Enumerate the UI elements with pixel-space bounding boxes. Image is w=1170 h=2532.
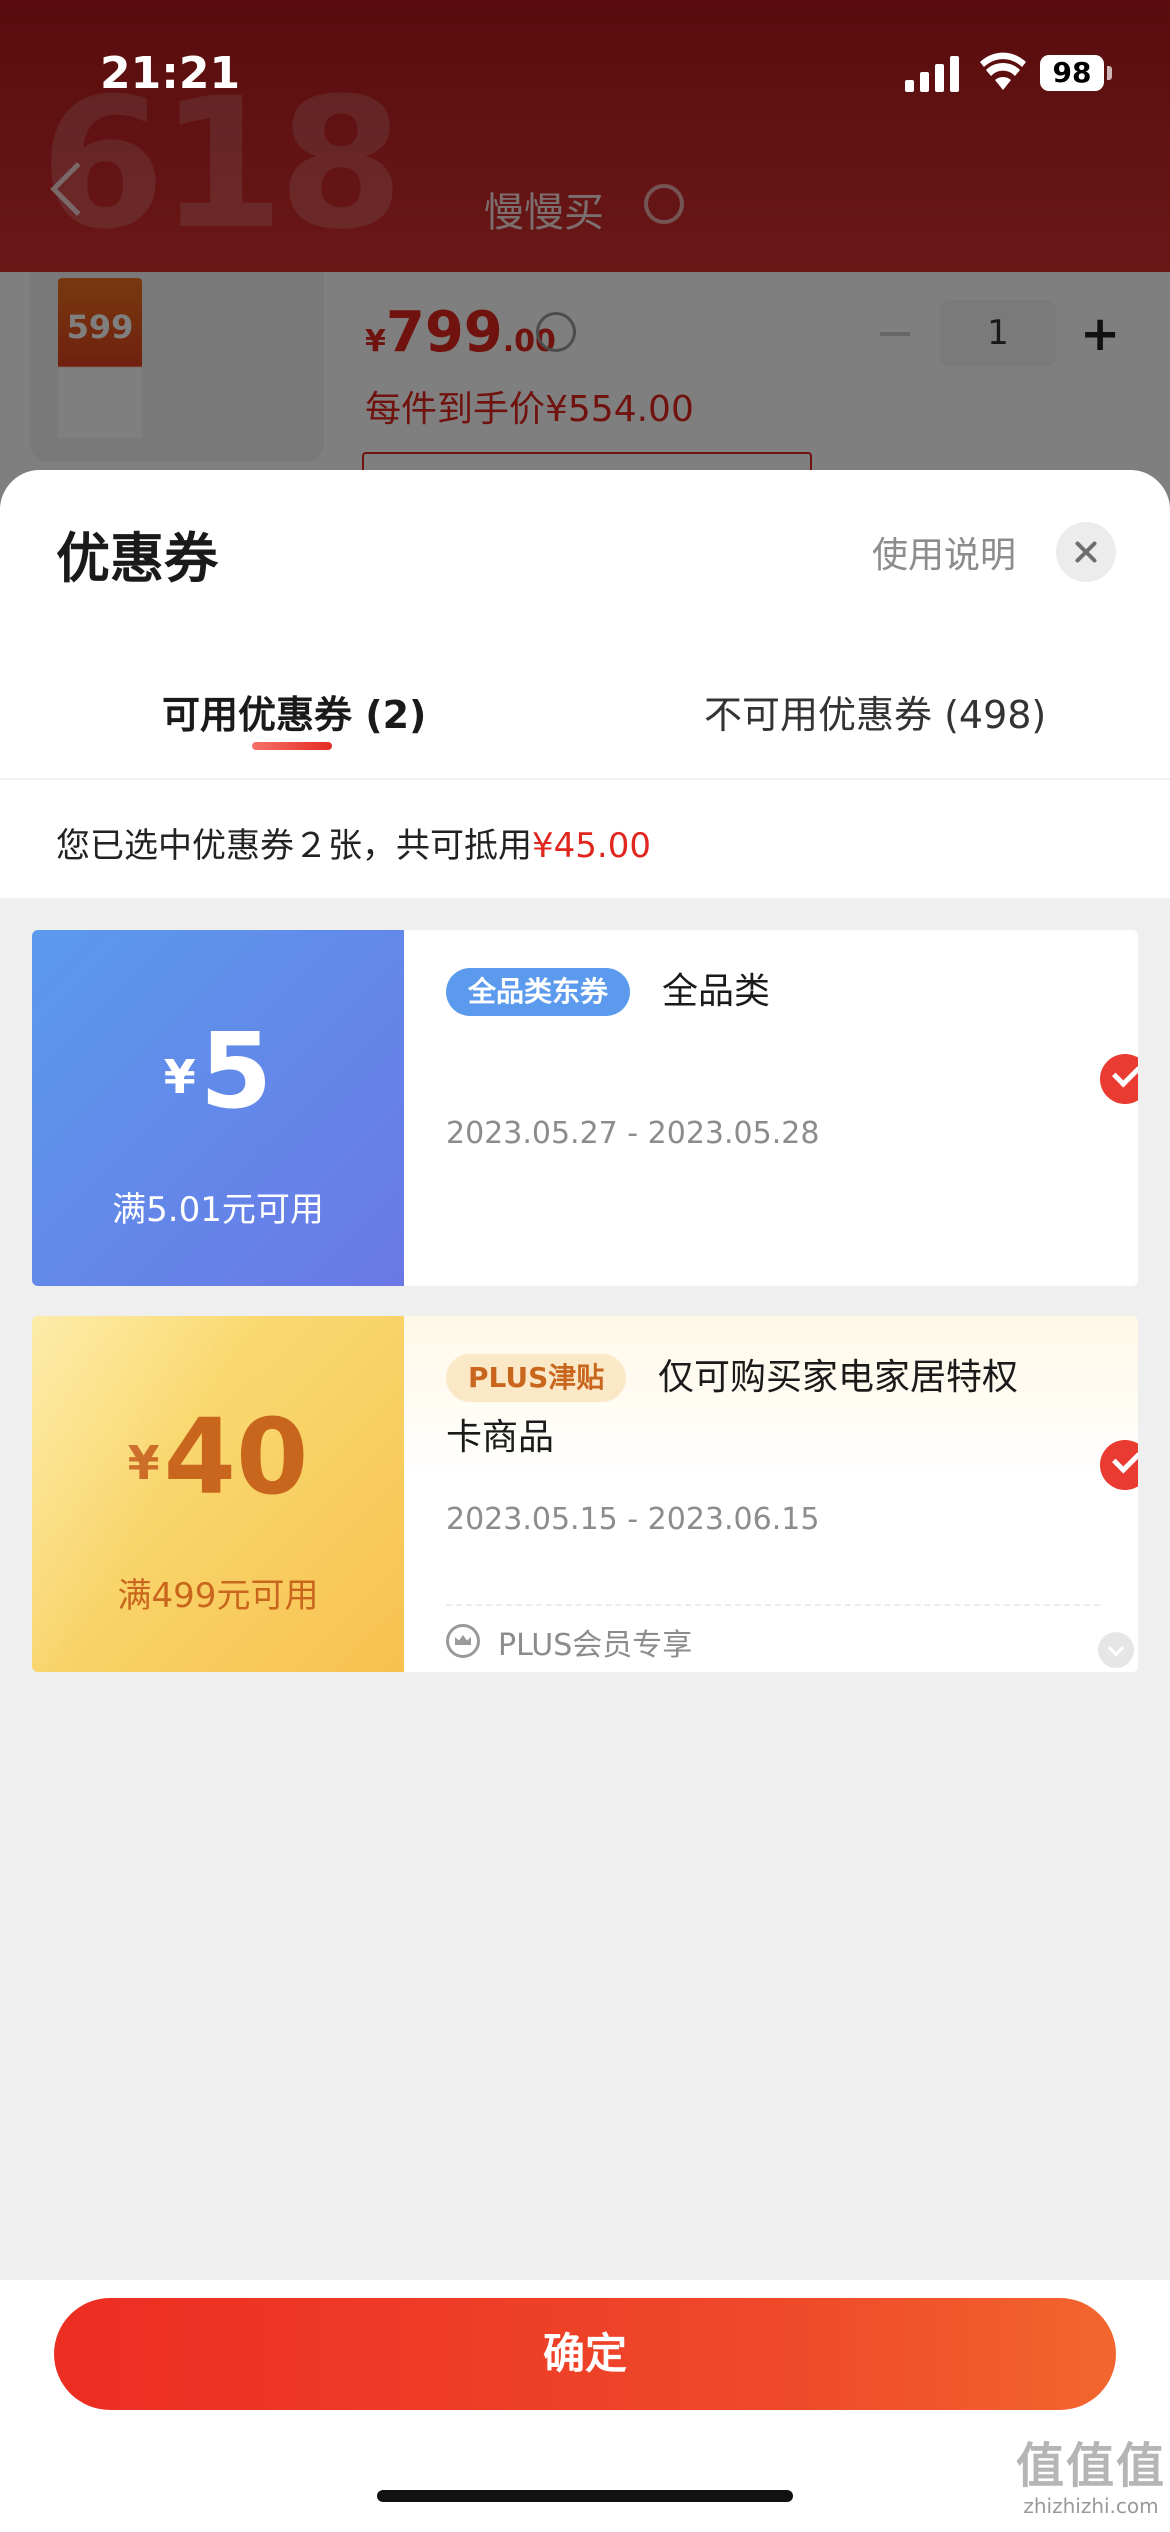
tab-unavailable-coupons[interactable]: 不可用优惠券 (498) [704,684,1046,739]
coupon-description: 仅可购买家电家居特权卡商品 [446,1357,1019,1458]
coupon-sheet: 优惠券 使用说明 可用优惠券 (2) 不可用优惠券 (498) 您已选中优惠券２… [0,470,1170,2532]
coupon-card[interactable]: ¥40 满499元可用 PLUS津贴 仅可购买家电家居特权卡商品 2023.05… [32,1316,1138,1672]
chevron-down-icon[interactable] [1098,1632,1134,1668]
battery-icon: 98 [1040,55,1104,91]
coupon-detail-panel: 全品类东券 全品类 2023.05.27 - 2023.05.28 [404,930,1138,1286]
sheet-title: 优惠券 [56,527,218,590]
site-watermark: 值值值 zhizhizhi.com [1016,2438,1167,2518]
coupon-condition: 满499元可用 [117,1576,319,1616]
coupon-condition: 满5.01元可用 [112,1190,324,1230]
coupon-detail-panel: PLUS津贴 仅可购买家电家居特权卡商品 2023.05.15 - 2023.0… [404,1316,1138,1672]
confirm-button[interactable]: 确定 [54,2298,1116,2410]
selected-check-icon[interactable] [1100,1440,1138,1490]
active-tab-indicator [252,742,332,750]
summary-text: 您已选中优惠券２张，共可抵用 [56,826,532,866]
coupon-amount: ¥40 [127,1396,309,1518]
sheet-header: 优惠券 使用说明 可用优惠券 (2) 不可用优惠券 (498) 您已选中优惠券２… [0,470,1170,898]
tab-available-coupons[interactable]: 可用优惠券 (2) [162,684,426,739]
coupon-validity: 2023.05.15 - 2023.06.15 [446,1502,820,1537]
plus-member-label: PLUS会员专享 [498,1628,693,1663]
background-page: 618 慢慢买 599 ¥799.00 1 + 每件到手价¥554.00 21:… [0,0,1170,520]
coupon-card[interactable]: ¥5 满5.01元可用 全品类东券 全品类 2023.05.27 - 2023.… [32,930,1138,1286]
status-time: 21:21 [100,48,241,99]
summary-amount: ¥45.00 [532,826,651,866]
usage-instructions-link[interactable]: 使用说明 [872,526,1016,578]
selected-check-icon[interactable] [1100,1054,1138,1104]
coupon-value-panel: ¥5 满5.01元可用 [32,930,404,1286]
wifi-icon [980,52,1026,90]
home-indicator [377,2490,793,2502]
battery-tip [1107,66,1112,80]
coupon-validity: 2023.05.27 - 2023.05.28 [446,1116,820,1151]
divider [446,1604,1100,1606]
status-bar: 21:21 98 [0,0,1170,150]
coupon-type-tag: 全品类东券 [446,968,631,1016]
coupon-description: 全品类 [662,971,771,1012]
selection-summary: 您已选中优惠券２张，共可抵用¥45.00 [56,818,651,867]
tab-divider [0,778,1170,780]
coupon-value-panel: ¥40 满499元可用 [32,1316,404,1672]
crown-icon [446,1624,480,1658]
close-button[interactable] [1056,522,1116,582]
coupon-amount: ¥5 [163,1010,273,1132]
signal-icon [905,56,959,92]
